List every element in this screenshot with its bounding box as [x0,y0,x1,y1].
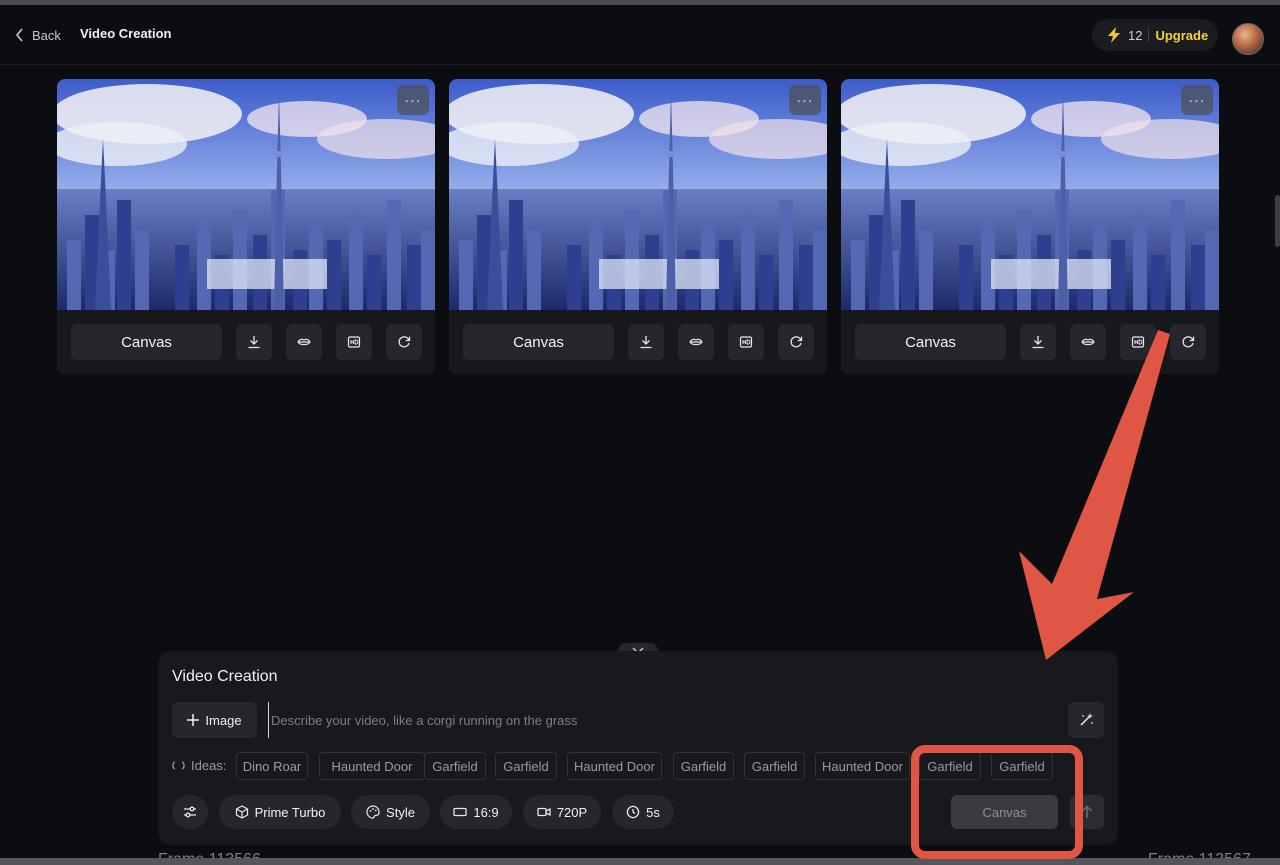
video-creation-panel: Video Creation Image Describe your video… [158,651,1118,845]
prompt-input[interactable]: Describe your video, like a corgi runnin… [268,702,1048,738]
hd-icon [739,336,753,348]
back-button[interactable]: Back [14,25,61,45]
panel-title: Video Creation [172,668,278,685]
generated-image[interactable] [57,79,435,310]
idea-chip[interactable]: Garfield [424,752,486,780]
lip-sync-button[interactable] [1070,324,1106,360]
hd-button[interactable] [336,324,372,360]
download-button[interactable] [628,324,664,360]
credits-badge[interactable]: 12 Upgrade [1092,19,1218,51]
idea-chip[interactable]: Haunted Door [815,752,910,780]
video-result-card: ··· Canvas [841,79,1219,374]
lip-sync-button[interactable] [678,324,714,360]
sliders-icon [184,806,196,818]
video-camera-icon [537,807,551,817]
prompt-placeholder: Describe your video, like a corgi runnin… [271,712,578,728]
canvas-submit-button[interactable]: Canvas [951,795,1058,829]
hd-button[interactable] [1120,324,1156,360]
generated-image[interactable] [841,79,1219,310]
cube-icon [235,805,248,819]
ideas-label-text: Ideas: [191,757,227,773]
video-result-card: ··· Canvas [449,79,827,374]
settings-button[interactable] [172,795,208,829]
aspect-ratio-label: 16:9 [473,804,499,820]
window-bottom-bar [0,858,1280,865]
header: Back Video Creation 12 Upgrade [0,5,1280,65]
plus-icon [187,714,200,726]
duration-label: 5s [646,804,660,820]
magic-wand-icon [1080,713,1093,726]
lip-sync-button[interactable] [286,324,322,360]
divider [1148,28,1150,42]
add-image-button[interactable]: Image [172,702,257,738]
regenerate-icon [790,336,803,348]
card-actions: Canvas [855,324,1206,360]
download-button[interactable] [236,324,272,360]
lightning-icon [1108,27,1120,43]
send-button[interactable] [1070,795,1104,829]
card-thumbnail[interactable] [57,79,435,310]
hd-button[interactable] [728,324,764,360]
generated-image[interactable] [449,79,827,310]
card-actions: Canvas [71,324,422,360]
annotation-arrow-icon [1019,330,1170,660]
clock-icon [626,805,640,819]
idea-chip[interactable]: Garfield [673,752,734,780]
regenerate-button[interactable] [386,324,422,360]
regenerate-icon [1182,336,1195,348]
download-icon [248,336,260,349]
avatar[interactable] [1232,23,1264,55]
resolution-label: 720P [556,804,588,820]
aspect-ratio-icon [453,807,467,817]
duration-selector[interactable]: 5s [612,795,674,829]
download-icon [640,336,652,349]
card-thumbnail[interactable] [841,79,1219,310]
idea-chip[interactable]: Garfield [495,752,557,780]
regenerate-button[interactable] [778,324,814,360]
page-title: Video Creation [80,26,172,41]
idea-chip[interactable]: Garfield [991,752,1053,780]
regenerate-icon [398,336,411,348]
resolution-selector[interactable]: 720P [523,795,601,829]
idea-chip[interactable]: Haunted Door [319,752,425,780]
regenerate-button[interactable] [1170,324,1206,360]
model-selector[interactable]: Prime Turbo [219,795,341,829]
canvas-button[interactable]: Canvas [71,324,222,360]
chevron-left-icon [15,28,23,42]
hd-icon [1131,336,1145,348]
idea-chip[interactable]: Garfield [744,752,805,780]
magic-enhance-button[interactable] [1068,702,1104,738]
more-options-button[interactable]: ··· [789,85,821,115]
upgrade-link[interactable]: Upgrade [1155,28,1208,43]
more-options-button[interactable]: ··· [1181,85,1213,115]
card-thumbnail[interactable] [449,79,827,310]
add-image-label: Image [205,712,242,728]
credits-count: 12 [1128,27,1143,43]
hd-icon [347,336,361,348]
lip-sync-icon [297,338,311,346]
lip-sync-icon [689,338,703,346]
style-selector[interactable]: Style [351,795,430,829]
card-actions: Canvas [463,324,814,360]
idea-chip[interactable]: Garfield [919,752,981,780]
more-options-button[interactable]: ··· [397,85,429,115]
ideas-label: Ideas: [172,755,226,775]
arrow-up-icon [1081,805,1093,818]
idea-chip[interactable]: Haunted Door [567,752,662,780]
canvas-button[interactable]: Canvas [463,324,614,360]
download-icon [1032,336,1044,349]
download-button[interactable] [1020,324,1056,360]
palette-icon [366,805,380,819]
idea-chip[interactable]: Dino Roar [236,752,308,780]
back-label: Back [32,27,61,43]
lip-sync-icon [1081,338,1095,346]
aspect-ratio-selector[interactable]: 16:9 [440,795,512,829]
model-label: Prime Turbo [254,804,326,820]
refresh-icon[interactable] [172,759,185,772]
canvas-button[interactable]: Canvas [855,324,1006,360]
scrollbar-handle[interactable] [1275,195,1280,247]
video-result-card: ··· Canvas [57,79,435,374]
style-label: Style [386,804,415,820]
